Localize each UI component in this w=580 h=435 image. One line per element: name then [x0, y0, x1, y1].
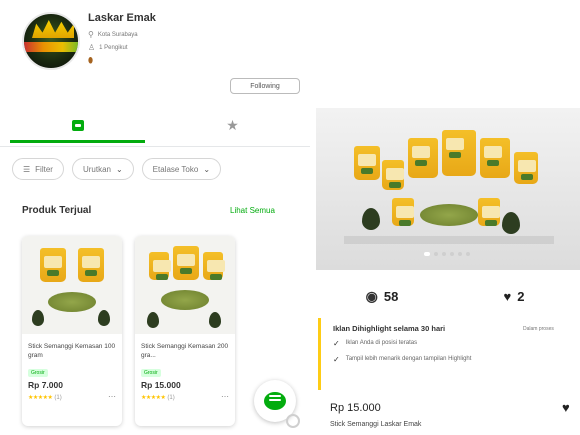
likes-count: 2 [517, 288, 525, 304]
person-icon: ♙ [88, 43, 96, 52]
divider [0, 146, 310, 147]
following-button[interactable]: Following [230, 78, 300, 94]
star-icon: ★ [226, 116, 239, 133]
store-badge-icon: ⬮ [88, 56, 94, 65]
promo-title: Iklan Dihighlight selama 30 hari [333, 324, 446, 333]
store-badge-row: ⬮ [88, 56, 93, 66]
scroll-indicator [286, 414, 300, 428]
product-detail-page: ◉ 58 ♥ 2 Iklan Dihighlight selama 30 har… [316, 0, 580, 435]
wishlist-heart-icon[interactable]: ♥ [562, 400, 570, 415]
detail-price: Rp 15.000 [330, 402, 381, 414]
promo-benefit: ✓ Tampil lebih menarik dengan tampilan H… [333, 355, 472, 364]
product-photo[interactable] [316, 108, 580, 270]
etalase-chip[interactable]: Etalase Toko ⌄ [141, 158, 222, 180]
store-icon [71, 119, 84, 131]
carousel-dots[interactable] [424, 252, 470, 256]
product-card[interactable]: Stick Semanggi Kemasan 200 gra... Grosir… [135, 236, 235, 426]
more-options-icon[interactable]: ⋯ [108, 392, 116, 401]
chat-icon [264, 392, 286, 410]
store-avatar[interactable] [22, 12, 80, 70]
filter-label: Filter [35, 164, 53, 174]
store-location: Kota Surabaya [97, 31, 138, 38]
tab-products[interactable] [0, 108, 155, 142]
rating-count: (1) [167, 395, 175, 401]
store-followers: 1 Pengikut [99, 44, 128, 51]
views-stat: ◉ 58 [316, 282, 448, 310]
rating-stars: ★★★★★ (1) [141, 395, 175, 401]
promo-status: Dalam proses [523, 326, 554, 332]
product-name: Stick Semanggi Kemasan 100 gram [28, 343, 116, 359]
store-followers-row: ♙ 1 Pengikut [88, 43, 128, 52]
tab-reviews[interactable]: ★ [155, 108, 310, 142]
section-title: Produk Terjual [22, 205, 92, 216]
more-options-icon[interactable]: ⋯ [221, 392, 229, 401]
product-name: Stick Semanggi Kemasan 200 gra... [141, 343, 229, 359]
etalase-label: Etalase Toko [152, 164, 199, 174]
store-name: Laskar Emak [88, 12, 156, 24]
filter-chip[interactable]: ☰ Filter [12, 158, 64, 180]
likes-stat: ♥ 2 [448, 282, 580, 310]
check-icon: ✓ [333, 355, 340, 364]
store-tabs: ★ [0, 108, 310, 143]
check-icon: ✓ [333, 339, 340, 348]
views-count: 58 [383, 288, 399, 304]
heart-icon: ♥ [503, 288, 512, 304]
product-image [22, 236, 122, 334]
stats-row: ◉ 58 ♥ 2 [316, 282, 580, 310]
eye-icon: ◉ [365, 287, 378, 304]
sort-chip[interactable]: Urutkan ⌄ [71, 158, 134, 180]
rating-stars: ★★★★★ (1) [28, 395, 62, 401]
product-price: Rp 7.000 [28, 380, 63, 390]
wholesale-badge: Grosir [141, 369, 161, 377]
sort-label: Urutkan [82, 164, 111, 174]
blank-area [316, 0, 580, 100]
highlight-promo-box: Iklan Dihighlight selama 30 hari Dalam p… [318, 318, 580, 390]
store-location-row: ⚲ Kota Surabaya [88, 30, 138, 39]
see-all-link[interactable]: Lihat Semua [230, 206, 275, 215]
promo-benefit: ✓ Iklan Anda di posisi teratas [333, 339, 418, 348]
filter-chips: ☰ Filter Urutkan ⌄ Etalase Toko ⌄ [12, 158, 222, 180]
product-price: Rp 15.000 [141, 380, 181, 390]
location-pin-icon: ⚲ [88, 30, 94, 39]
sliders-icon: ☰ [23, 164, 31, 174]
product-card[interactable]: Stick Semanggi Kemasan 100 gram Grosir R… [22, 236, 122, 426]
chevron-down-icon: ⌄ [115, 164, 123, 174]
rating-count: (1) [54, 395, 62, 401]
chevron-down-icon: ⌄ [203, 164, 211, 174]
active-tab-indicator [10, 140, 145, 143]
store-page: Laskar Emak ⚲ Kota Surabaya ♙ 1 Pengikut… [0, 0, 310, 435]
detail-product-name: Stick Semanggi Laskar Emak [330, 421, 422, 428]
wholesale-badge: Grosir [28, 369, 48, 377]
product-image [135, 236, 235, 334]
